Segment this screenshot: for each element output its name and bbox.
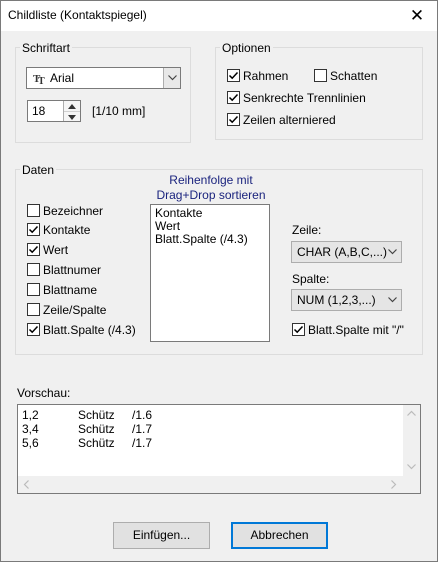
font-size-stepper[interactable]: 18: [27, 100, 81, 122]
sort-note-line1: Reihenfolge mit: [169, 173, 253, 187]
schatten-label[interactable]: Schatten: [330, 69, 377, 83]
blatt-slash-label[interactable]: Blatt.Spalte mit "/": [308, 323, 404, 337]
zeilen-alt-label[interactable]: Zeilen alterniered: [243, 113, 336, 127]
spin-up-button[interactable]: [64, 101, 80, 111]
scroll-left-icon[interactable]: [23, 480, 29, 489]
zeile-spalte-checkbox[interactable]: [27, 303, 40, 316]
sort-note-line2: Drag+Drop sortieren: [156, 188, 266, 202]
blattname-label[interactable]: Blattname: [43, 283, 97, 297]
font-group-label: Schriftart: [20, 41, 73, 55]
dialog-window: Childliste (Kontaktspiegel) ✕ Schriftart…: [0, 0, 438, 562]
zeile-select[interactable]: CHAR (A,B,C,...): [291, 241, 402, 263]
preview-box: 1,2 Schütz /1.6 3,4 Schütz /1.7 5,6 Schü…: [17, 404, 421, 494]
rahmen-checkbox[interactable]: [227, 69, 240, 82]
preview-cell: Schütz: [78, 422, 115, 436]
rahmen-label[interactable]: Rahmen: [243, 69, 288, 83]
font-size-value[interactable]: 18: [32, 104, 45, 118]
zeile-value: CHAR (A,B,C,...): [297, 245, 388, 259]
order-listbox[interactable]: Kontakte Wert Blatt.Spalte (/4.3): [150, 204, 270, 342]
scroll-down-icon[interactable]: [407, 464, 416, 470]
senkrechte-label[interactable]: Senkrechte Trennlinien: [243, 91, 366, 105]
spalte-value: NUM (1,2,3,...): [297, 293, 376, 307]
font-group: [15, 47, 191, 143]
spin-down-button[interactable]: [64, 111, 80, 121]
scroll-right-icon[interactable]: [391, 480, 397, 489]
senkrechte-checkbox[interactable]: [227, 91, 240, 104]
data-group-label: Daten: [20, 163, 57, 177]
preview-cell: 3,4: [22, 422, 39, 436]
list-item[interactable]: Blatt.Spalte (/4.3): [155, 233, 265, 246]
zeilen-alt-checkbox[interactable]: [227, 113, 240, 126]
cancel-button[interactable]: Abbrechen: [231, 522, 328, 549]
vertical-scrollbar[interactable]: [403, 405, 420, 477]
blatt-spalte-label[interactable]: Blatt.Spalte (/4.3): [43, 323, 136, 337]
bezeichner-label[interactable]: Bezeichner: [43, 204, 103, 218]
spin-buttons: [63, 101, 80, 121]
scroll-up-icon[interactable]: [407, 410, 416, 416]
zeile-label: Zeile:: [292, 223, 322, 237]
close-icon[interactable]: ✕: [403, 3, 431, 29]
horizontal-scrollbar[interactable]: [18, 476, 403, 493]
preview-cell: Schütz: [78, 436, 115, 450]
svg-text:T: T: [38, 76, 45, 85]
options-group-label: Optionen: [220, 41, 273, 55]
preview-cell: 5,6: [22, 436, 39, 450]
preview-label: Vorschau:: [17, 386, 71, 400]
blattnumer-label[interactable]: Blattnumer: [43, 263, 101, 277]
kontakte-checkbox[interactable]: [27, 223, 40, 236]
spalte-select[interactable]: NUM (1,2,3,...): [291, 289, 402, 311]
bezeichner-checkbox[interactable]: [27, 204, 40, 217]
blatt-spalte-checkbox[interactable]: [27, 323, 40, 336]
zeile-spalte-label[interactable]: Zeile/Spalte: [43, 303, 106, 317]
sort-note: Reihenfolge mit Drag+Drop sortieren: [141, 173, 281, 203]
kontakte-label[interactable]: Kontakte: [43, 223, 90, 237]
scrollbar-corner: [403, 476, 420, 493]
insert-button[interactable]: Einfügen...: [113, 522, 210, 549]
chevron-down-icon[interactable]: [384, 290, 401, 310]
preview-cell: /1.7: [132, 436, 153, 450]
blatt-slash-checkbox[interactable]: [292, 323, 305, 336]
font-select[interactable]: T T Arial: [26, 67, 181, 89]
preview-cell: 1,2: [22, 408, 39, 422]
preview-cell: Schütz: [78, 408, 115, 422]
truetype-font-icon: T T: [33, 71, 47, 87]
window-title: Childliste (Kontaktspiegel): [8, 8, 147, 22]
wert-label[interactable]: Wert: [43, 243, 68, 257]
chevron-down-icon[interactable]: [384, 242, 401, 262]
font-value: Arial: [50, 71, 75, 85]
wert-checkbox[interactable]: [27, 243, 40, 256]
spalte-label: Spalte:: [292, 272, 330, 286]
chevron-down-icon[interactable]: [163, 68, 180, 88]
schatten-checkbox[interactable]: [314, 69, 327, 82]
blattname-checkbox[interactable]: [27, 283, 40, 296]
preview-cell: /1.6: [132, 408, 153, 422]
title-bar: Childliste (Kontaktspiegel) ✕: [1, 1, 437, 31]
blattnumer-checkbox[interactable]: [27, 263, 40, 276]
font-size-unit: [1/10 mm]: [92, 104, 146, 118]
preview-cell: /1.7: [132, 422, 153, 436]
